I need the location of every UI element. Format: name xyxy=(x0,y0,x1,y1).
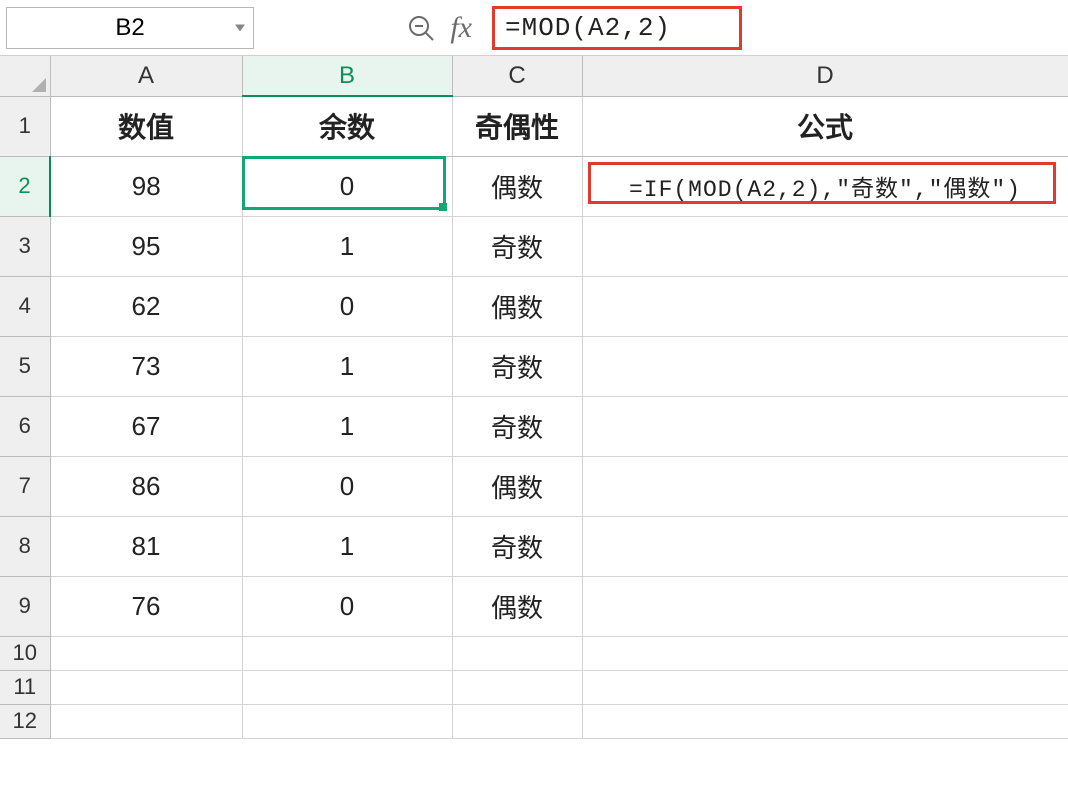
cell-A9[interactable]: 76 xyxy=(50,576,242,636)
col-header-C[interactable]: C xyxy=(452,56,582,96)
cell-D3[interactable] xyxy=(582,216,1068,276)
cell-C8[interactable]: 奇数 xyxy=(452,516,582,576)
cell-C12[interactable] xyxy=(452,704,582,738)
cell-D9[interactable] xyxy=(582,576,1068,636)
cell-B5[interactable]: 1 xyxy=(242,336,452,396)
cell-C1[interactable]: 奇偶性 xyxy=(452,96,582,156)
cell-A12[interactable] xyxy=(50,704,242,738)
cell-A1[interactable]: 数值 xyxy=(50,96,242,156)
formula-bar: B2 fx =MOD(A2,2) xyxy=(0,0,1068,56)
cell-A7[interactable]: 86 xyxy=(50,456,242,516)
row-header-4[interactable]: 4 xyxy=(0,276,50,336)
formula-text: =MOD(A2,2) xyxy=(505,13,671,43)
cell-C3[interactable]: 奇数 xyxy=(452,216,582,276)
cell-D6[interactable] xyxy=(582,396,1068,456)
col-header-A[interactable]: A xyxy=(50,56,242,96)
select-all-corner[interactable] xyxy=(0,56,50,96)
col-header-D[interactable]: D xyxy=(582,56,1068,96)
grid-table: A B C D 1 数值 余数 奇偶性 公式 2 98 0 偶数 =IF(MOD… xyxy=(0,56,1068,739)
cell-B12[interactable] xyxy=(242,704,452,738)
cell-A2[interactable]: 98 xyxy=(50,156,242,216)
col-header-B[interactable]: B xyxy=(242,56,452,96)
cell-B8[interactable]: 1 xyxy=(242,516,452,576)
zoom-out-icon[interactable] xyxy=(406,13,436,43)
cell-D2[interactable]: =IF(MOD(A2,2),"奇数","偶数") xyxy=(582,156,1068,216)
row-header-8[interactable]: 8 xyxy=(0,516,50,576)
cell-C5[interactable]: 奇数 xyxy=(452,336,582,396)
row-header-12[interactable]: 12 xyxy=(0,704,50,738)
row-header-6[interactable]: 6 xyxy=(0,396,50,456)
row-header-2[interactable]: 2 xyxy=(0,156,50,216)
row-header-7[interactable]: 7 xyxy=(0,456,50,516)
row-header-10[interactable]: 10 xyxy=(0,636,50,670)
cell-C11[interactable] xyxy=(452,670,582,704)
cell-C10[interactable] xyxy=(452,636,582,670)
cell-A10[interactable] xyxy=(50,636,242,670)
cell-B1[interactable]: 余数 xyxy=(242,96,452,156)
cell-B9[interactable]: 0 xyxy=(242,576,452,636)
row-header-11[interactable]: 11 xyxy=(0,670,50,704)
cell-D11[interactable] xyxy=(582,670,1068,704)
cell-D10[interactable] xyxy=(582,636,1068,670)
cell-D7[interactable] xyxy=(582,456,1068,516)
spreadsheet[interactable]: A B C D 1 数值 余数 奇偶性 公式 2 98 0 偶数 =IF(MOD… xyxy=(0,56,1068,739)
cell-A6[interactable]: 67 xyxy=(50,396,242,456)
cell-D12[interactable] xyxy=(582,704,1068,738)
cell-C4[interactable]: 偶数 xyxy=(452,276,582,336)
cell-D1[interactable]: 公式 xyxy=(582,96,1068,156)
name-box[interactable]: B2 xyxy=(6,7,254,49)
cell-B11[interactable] xyxy=(242,670,452,704)
row-header-3[interactable]: 3 xyxy=(0,216,50,276)
cell-B3[interactable]: 1 xyxy=(242,216,452,276)
cell-C9[interactable]: 偶数 xyxy=(452,576,582,636)
fx-icon[interactable]: fx xyxy=(450,11,472,45)
cell-A4[interactable]: 62 xyxy=(50,276,242,336)
cell-B6[interactable]: 1 xyxy=(242,396,452,456)
cell-D8[interactable] xyxy=(582,516,1068,576)
formula-input[interactable]: =MOD(A2,2) xyxy=(492,6,742,50)
cell-A3[interactable]: 95 xyxy=(50,216,242,276)
cell-B7[interactable]: 0 xyxy=(242,456,452,516)
row-header-5[interactable]: 5 xyxy=(0,336,50,396)
cell-C2[interactable]: 偶数 xyxy=(452,156,582,216)
cell-A5[interactable]: 73 xyxy=(50,336,242,396)
cell-A11[interactable] xyxy=(50,670,242,704)
dropdown-icon[interactable] xyxy=(235,24,245,31)
row-header-9[interactable]: 9 xyxy=(0,576,50,636)
formula-bar-icons: fx xyxy=(406,11,472,45)
cell-B10[interactable] xyxy=(242,636,452,670)
cell-D4[interactable] xyxy=(582,276,1068,336)
cell-C7[interactable]: 偶数 xyxy=(452,456,582,516)
cell-D5[interactable] xyxy=(582,336,1068,396)
name-box-value: B2 xyxy=(115,14,144,42)
cell-B4[interactable]: 0 xyxy=(242,276,452,336)
row-header-1[interactable]: 1 xyxy=(0,96,50,156)
cell-A8[interactable]: 81 xyxy=(50,516,242,576)
cell-C6[interactable]: 奇数 xyxy=(452,396,582,456)
cell-B2[interactable]: 0 xyxy=(242,156,452,216)
